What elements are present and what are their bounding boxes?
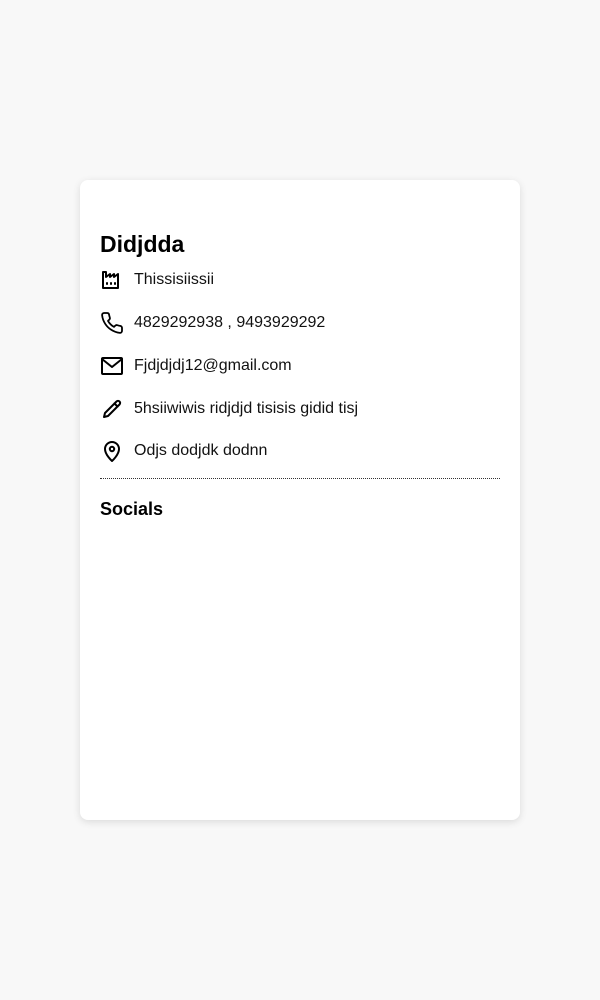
profile-card: Didjdda Thissisiissii 4829292938 , 94939… <box>80 180 520 820</box>
phone-text: 4829292938 , 9493929292 <box>134 314 326 331</box>
phone-icon <box>100 311 124 335</box>
profile-name: Didjdda <box>100 231 185 257</box>
section-divider <box>100 478 500 479</box>
phone-row: 4829292938 , 9493929292 <box>100 311 325 335</box>
bio-row: 5hsiiwiwis ridjdjd tisisis gidid tisj <box>100 397 358 421</box>
socials-heading: Socials <box>100 499 164 519</box>
company-text: Thissisiissii <box>134 271 214 288</box>
address-row: Odjs dodjdk dodnn <box>100 439 267 463</box>
address-text: Odjs dodjdk dodnn <box>134 442 268 459</box>
mail-icon <box>100 354 124 378</box>
pencil-icon <box>100 397 124 421</box>
company-row: Thissisiissii <box>100 268 214 292</box>
email-row: Fjdjdjdj12@gmail.com <box>100 354 292 378</box>
email-text: Fjdjdjdj12@gmail.com <box>134 357 292 374</box>
bio-text: 5hsiiwiwis ridjdjd tisisis gidid tisj <box>134 400 359 417</box>
factory-icon <box>100 268 124 292</box>
location-pin-icon <box>100 439 124 463</box>
